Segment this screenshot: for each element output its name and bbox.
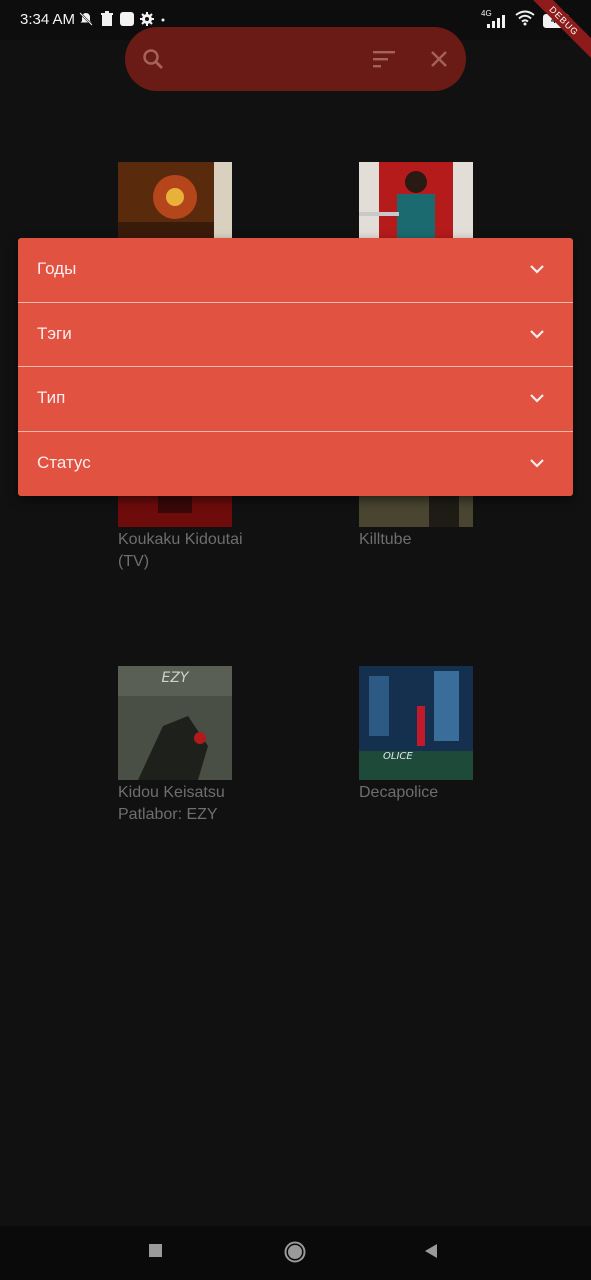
chevron-down-icon[interactable] <box>529 327 545 345</box>
chevron-down-icon[interactable] <box>529 456 545 474</box>
filter-icon[interactable] <box>373 49 397 74</box>
svg-text:OLICE: OLICE <box>383 751 413 762</box>
search-icon[interactable] <box>141 47 165 76</box>
search-bar[interactable] <box>125 27 466 91</box>
filter-label: Тэги <box>37 323 72 343</box>
filter-label: Тип <box>37 388 66 407</box>
recents-button[interactable] <box>148 1243 164 1264</box>
filter-label: Годы <box>37 259 77 278</box>
search-input[interactable] <box>177 45 357 73</box>
wifi-icon <box>515 10 535 31</box>
card-title: Kidou Keisatsu Patlabor: EZY <box>118 784 225 823</box>
filter-type[interactable]: Тип <box>18 367 573 432</box>
filter-status[interactable]: Статус <box>18 432 573 497</box>
filter-panel: Годы Тэги Тип Статус <box>18 238 573 496</box>
home-button[interactable] <box>284 1241 306 1268</box>
cover-image: EZY <box>118 666 232 780</box>
svg-text:EZY: EZY <box>162 670 190 686</box>
grid-card[interactable]: OLICE Decapolice <box>359 666 499 804</box>
chevron-down-icon[interactable] <box>529 262 545 280</box>
filter-tags[interactable]: Тэги <box>18 303 573 367</box>
notifications-off-icon <box>78 11 94 31</box>
status-time: 3:34 AM <box>20 11 76 28</box>
card-title: Koukaku Kidoutai (TV) <box>118 531 243 570</box>
chevron-down-icon[interactable] <box>529 391 545 409</box>
app-icon <box>120 12 134 30</box>
back-button[interactable] <box>423 1243 439 1264</box>
grid-card[interactable]: EZY Kidou Keisatsu Patlabor: EZY <box>118 666 258 826</box>
filter-label: Статус <box>37 452 91 472</box>
trash-icon <box>100 11 114 31</box>
signal-icon: 4G <box>481 9 507 29</box>
card-title: Killtube <box>359 531 412 548</box>
filter-years[interactable]: Годы <box>18 238 573 303</box>
cover-image: OLICE <box>359 666 473 780</box>
card-title: Decapolice <box>359 784 439 801</box>
close-icon[interactable] <box>429 49 449 74</box>
navigation-bar <box>0 1226 591 1280</box>
